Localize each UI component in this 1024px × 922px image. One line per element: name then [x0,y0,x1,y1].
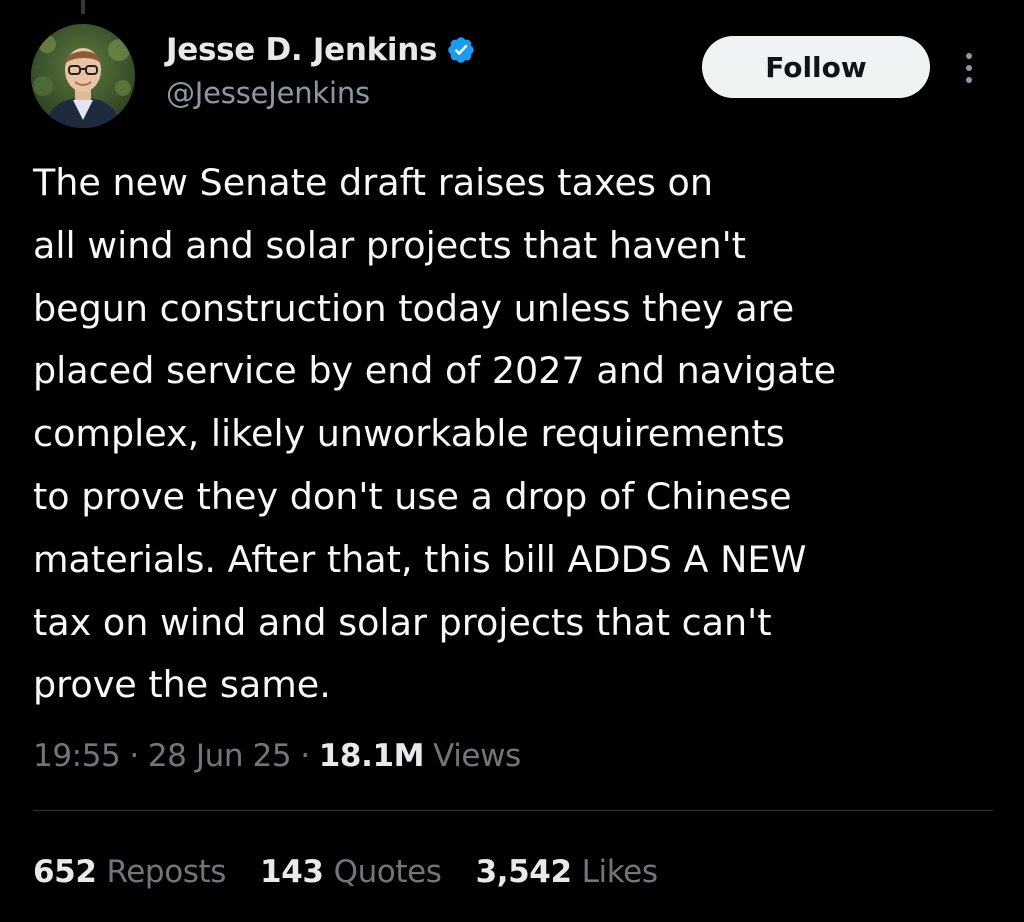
author-name-row[interactable]: Jesse D. Jenkins [166,28,476,72]
meta-separator: · [129,738,139,774]
tweet-text-line: to prove they don't use a drop of Chines… [33,474,792,518]
avatar-photo [31,24,135,128]
quotes-count: 143 [260,854,324,890]
tweet-time[interactable]: 19:55 [33,738,121,774]
meta-separator: · [300,738,310,774]
likes-label: Likes [581,854,658,890]
tweet-text-line: prove the same. [33,663,331,707]
views-count: 18.1M [318,738,425,774]
more-dot [966,53,972,59]
thread-connector-line [81,0,85,14]
likes-count: 3,542 [475,854,572,890]
author-handle[interactable]: @JesseJenkins [166,76,370,110]
quotes-label: Quotes [333,854,442,890]
avatar[interactable] [31,24,135,128]
engagement-stats: 652 Reposts 143 Quotes 3,542 Likes [33,850,692,894]
reposts-count: 652 [33,854,97,890]
more-dot [966,65,972,71]
tweet-text-line: tax on wind and solar projects that can'… [33,600,772,644]
reposts-stat[interactable]: 652 Reposts [33,854,226,890]
author-display-name[interactable]: Jesse D. Jenkins [166,32,437,68]
likes-stat[interactable]: 3,542 Likes [476,854,658,890]
tweet-text-line: complex, likely unworkable requirements [33,412,785,456]
tweet-text-line: all wind and solar projects that haven't [33,223,746,267]
tweet-date[interactable]: 28 Jun 25 [148,738,292,774]
more-dot [966,77,972,83]
tweet-text: The new Senate draft raises taxes on all… [33,152,993,717]
views-label: Views [433,738,521,774]
quotes-stat[interactable]: 143 Quotes [260,854,442,890]
tweet-meta: 19:55 · 28 Jun 25 · 18.1M Views [33,734,521,778]
verified-badge-icon [448,37,474,63]
follow-button[interactable]: Follow [702,36,930,98]
tweet-text-line: begun construction today unless they are [33,286,795,330]
more-vertical-icon[interactable] [956,46,982,90]
tweet-text-line: placed service by end of 2027 and naviga… [33,349,837,393]
tweet-text-line: materials. After that, this bill ADDS A … [33,537,807,581]
divider [33,810,993,811]
tweet-text-line: The new Senate draft raises taxes on [33,161,713,204]
reposts-label: Reposts [106,854,227,890]
